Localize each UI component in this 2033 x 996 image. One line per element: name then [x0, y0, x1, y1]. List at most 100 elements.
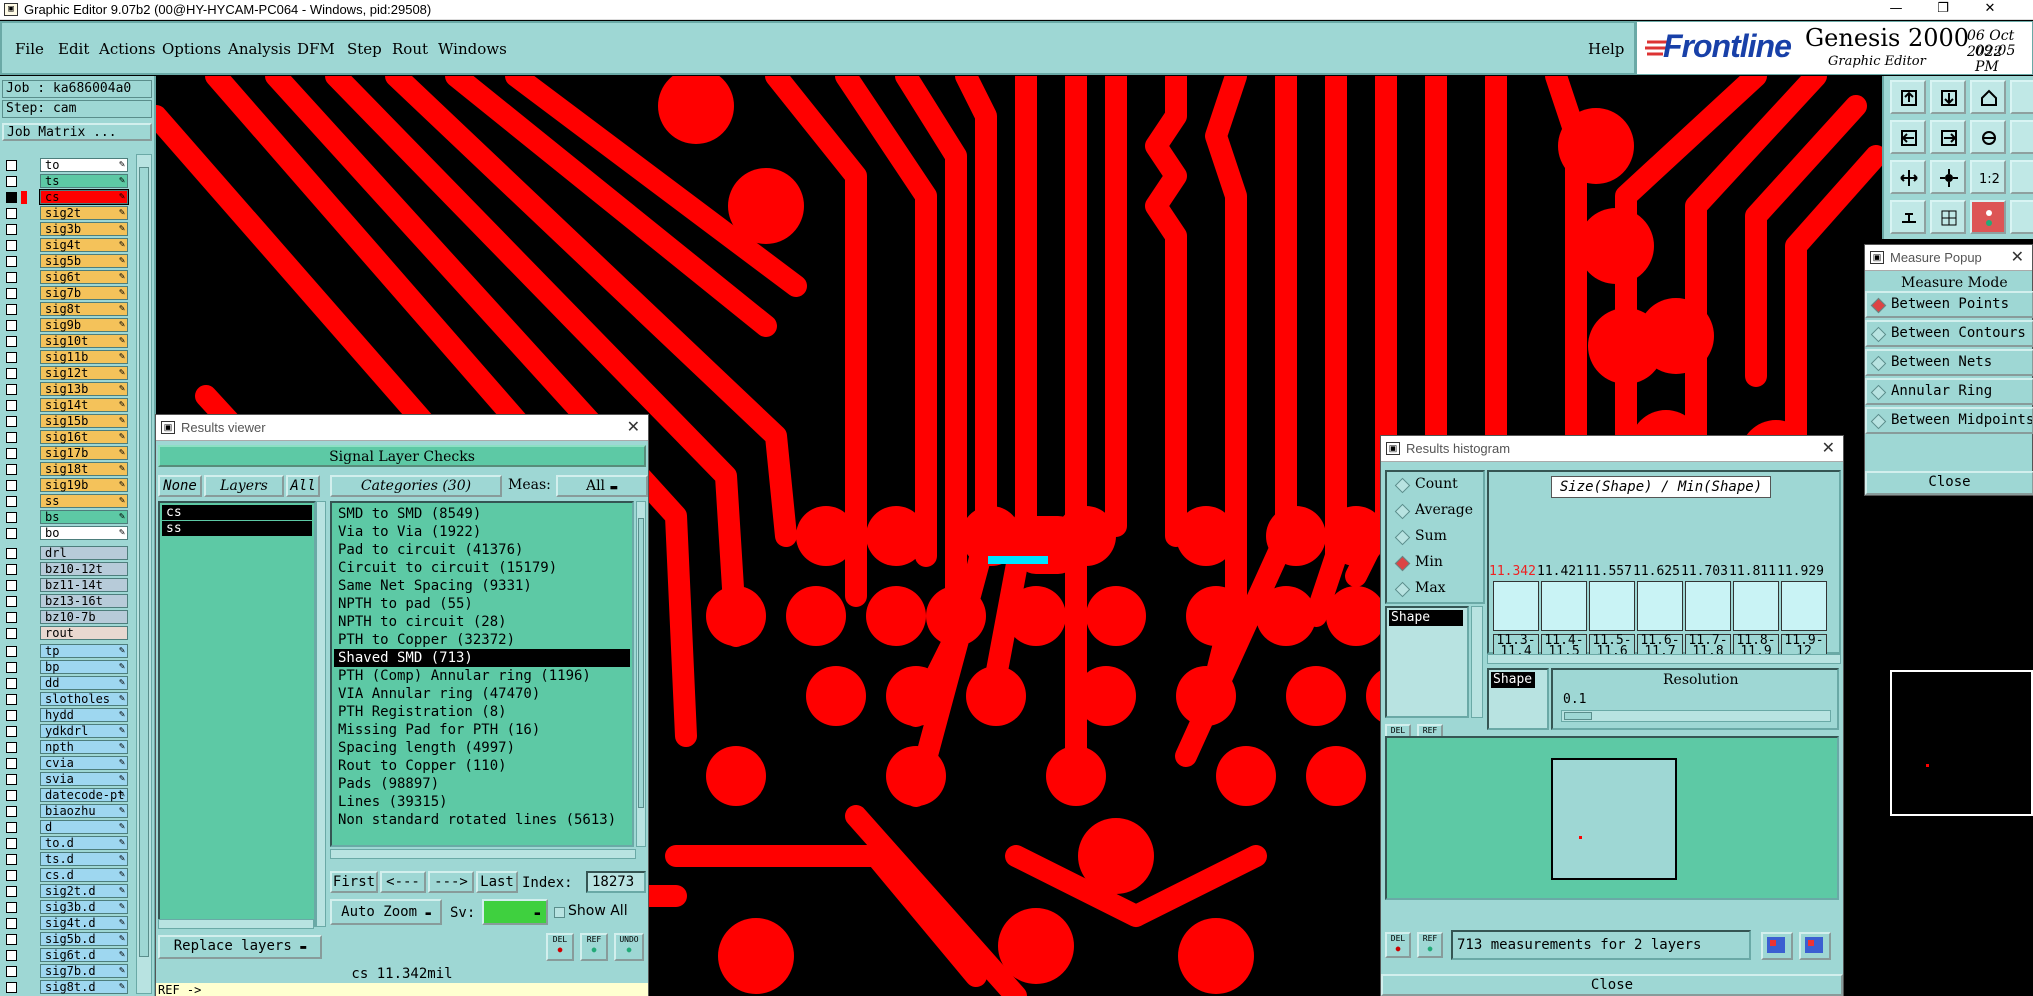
edit-pen-icon[interactable]: ✎	[119, 447, 125, 459]
menu-actions[interactable]: Actions	[99, 40, 155, 58]
edit-pen-icon[interactable]: ✎	[119, 677, 125, 689]
pan-left-icon[interactable]	[1890, 120, 1926, 154]
layer-checkbox[interactable]	[6, 512, 17, 523]
layer-name[interactable]: biaozhu ✎	[40, 804, 128, 818]
layer-row[interactable]: sig7b.d ✎	[6, 964, 128, 979]
edit-pen-icon[interactable]: ✎	[119, 271, 125, 283]
layer-row[interactable]: sig7b ✎	[6, 286, 128, 301]
layer-checkbox[interactable]	[6, 336, 17, 347]
layer-row[interactable]: sig18t ✎	[6, 462, 128, 477]
zoom-fit-icon[interactable]	[2010, 80, 2033, 114]
close-icon[interactable]: ✕	[2011, 247, 2024, 267]
edit-pen-icon[interactable]: ✎	[119, 175, 125, 187]
minimize-button[interactable]: —	[1873, 0, 1919, 20]
edit-pen-icon[interactable]: ✎	[119, 239, 125, 251]
layer-checkbox[interactable]	[6, 934, 17, 945]
aggregate-mode-option[interactable]: Max	[1387, 578, 1483, 602]
layer-row[interactable]: ydkdrl ✎	[6, 724, 128, 739]
layer-row[interactable]: sig12t ✎	[6, 366, 128, 381]
edit-pen-icon[interactable]: ✎	[119, 367, 125, 379]
layer-row[interactable]: bs ✎	[6, 510, 128, 525]
layer-name[interactable]: sig7b ✎	[40, 286, 128, 300]
layer-row[interactable]: sig4t.d ✎	[6, 916, 128, 931]
layer-name[interactable]: slotholes ✎	[40, 692, 128, 706]
layer-checkbox[interactable]	[6, 548, 17, 559]
layer-checkbox[interactable]	[6, 806, 17, 817]
layer-result-list[interactable]: cs ss	[158, 501, 316, 927]
layer-name[interactable]: sig10t ✎	[40, 334, 128, 348]
edit-pen-icon[interactable]: ✎	[119, 431, 125, 443]
edit-pen-icon[interactable]: ✎	[119, 303, 125, 315]
maximize-button[interactable]: ❐	[1920, 0, 1966, 20]
layer-checkbox[interactable]	[6, 966, 17, 977]
category-item[interactable]: NPTH to circuit (28)	[334, 613, 630, 631]
measure-mode-option[interactable]: Between Nets	[1865, 349, 2033, 376]
edit-pen-icon[interactable]: ✎	[119, 495, 125, 507]
last-button[interactable]: Last	[476, 871, 518, 893]
aggregate-mode-option[interactable]: Min	[1387, 552, 1483, 576]
zoom-out-icon[interactable]	[1890, 160, 1926, 194]
layer-name[interactable]: sig2t ✎	[40, 206, 128, 220]
layer-name[interactable]: sig12t ✎	[40, 366, 128, 380]
overview-preview[interactable]	[1890, 670, 2033, 816]
layer-checkbox[interactable]	[6, 160, 17, 171]
layer-row[interactable]: tp ✎	[6, 644, 128, 659]
layer-row[interactable]: ss ✎	[6, 494, 128, 509]
layer-row[interactable]: sig9b ✎	[6, 318, 128, 333]
layer-checkbox[interactable]	[6, 596, 17, 607]
layer-name[interactable]: ydkdrl ✎	[40, 724, 128, 738]
edit-pen-icon[interactable]: ✎	[119, 805, 125, 817]
layer-checkbox[interactable]	[6, 678, 17, 689]
edit-pen-icon[interactable]: ✎	[119, 527, 125, 539]
layer-name[interactable]: sig3b.d ✎	[40, 900, 128, 914]
del-button[interactable]: DEL ●	[546, 933, 574, 961]
layer-name[interactable]: bz10-7b	[40, 610, 128, 624]
layer-name[interactable]: sig8t ✎	[40, 302, 128, 316]
edit-pen-icon[interactable]: ✎	[119, 773, 125, 785]
layer-checkbox[interactable]	[6, 320, 17, 331]
layer-row[interactable]: sig14t ✎	[6, 398, 128, 413]
layer-row[interactable]: bp ✎	[6, 660, 128, 675]
menu-dfm[interactable]: DFM	[297, 40, 335, 58]
layer-checkbox[interactable]	[6, 208, 17, 219]
category-item[interactable]: PTH to Copper (32372)	[334, 631, 630, 649]
layer-row[interactable]: rout	[6, 626, 128, 641]
layer-name[interactable]: bz11-14t	[40, 578, 128, 592]
layer-name[interactable]: cs ✎	[39, 189, 129, 205]
layer-checkbox[interactable]	[6, 464, 17, 475]
category-item[interactable]: NPTH to pad (55)	[334, 595, 630, 613]
edit-pen-icon[interactable]: ✎	[119, 191, 125, 203]
layer-name[interactable]: datecode-pt ✎	[40, 788, 128, 802]
edit-pen-icon[interactable]: ✎	[119, 901, 125, 913]
layer-checkbox[interactable]	[6, 224, 17, 235]
measure-mode-option[interactable]: Between Midpoints	[1865, 407, 2033, 434]
layer-row[interactable]: sig13b ✎	[6, 382, 128, 397]
layer-row[interactable]: sig6t ✎	[6, 270, 128, 285]
result-layer-item[interactable]: cs	[162, 505, 312, 520]
menu-help[interactable]: Help	[1588, 40, 1624, 58]
layer-name[interactable]: bz10-12t	[40, 562, 128, 576]
edit-pen-icon[interactable]: ✎	[119, 965, 125, 977]
layer-row[interactable]: sig5b.d ✎	[6, 932, 128, 947]
layer-row[interactable]: dd ✎	[6, 676, 128, 691]
layer-checkbox[interactable]	[6, 384, 17, 395]
measure-close-button[interactable]: Close	[1865, 471, 2033, 495]
edit-pen-icon[interactable]: ✎	[119, 757, 125, 769]
meas-select[interactable]: All ▬	[556, 475, 648, 497]
layer-row[interactable]: hydd ✎	[6, 708, 128, 723]
category-item[interactable]: VIA Annular ring (47470)	[334, 685, 630, 703]
show-all-checkbox[interactable]	[554, 907, 565, 918]
layer-checkbox[interactable]	[6, 352, 17, 363]
layer-checkbox[interactable]	[6, 742, 17, 753]
edit-pen-icon[interactable]: ✎	[119, 159, 125, 171]
menu-windows[interactable]: Windows	[438, 40, 507, 58]
layer-name[interactable]: sig4t.d ✎	[40, 916, 128, 930]
aggregate-mode-option[interactable]: Count	[1387, 474, 1483, 498]
layer-name[interactable]: to ✎	[40, 158, 128, 172]
auto-zoom-menu[interactable]: Auto Zoom ▬	[330, 899, 442, 925]
category-item[interactable]: Lines (39315)	[334, 793, 630, 811]
layer-checkbox[interactable]	[6, 564, 17, 575]
edit-pen-icon[interactable]: ✎	[119, 789, 125, 801]
index-field[interactable]: 18273	[586, 871, 646, 893]
edit-pen-icon[interactable]: ✎	[119, 223, 125, 235]
